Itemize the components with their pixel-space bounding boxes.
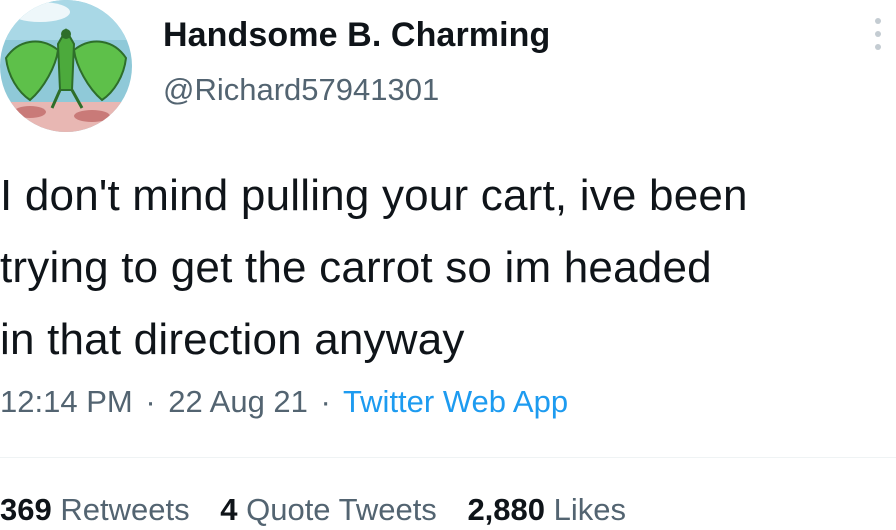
retweets-label: Retweets xyxy=(60,492,190,527)
likes-label: Likes xyxy=(553,492,627,527)
tweet-text-line: in that direction anyway xyxy=(0,315,465,364)
quote-tweets-stat[interactable]: 4 Quote Tweets xyxy=(220,492,445,527)
tweet-stats: 369 Retweets 4 Quote Tweets 2,880 Likes xyxy=(0,492,648,528)
likes-count: 2,880 xyxy=(467,492,546,527)
divider xyxy=(0,457,896,458)
tweet-date[interactable]: 22 Aug 21 xyxy=(168,384,308,419)
tweet-text: I don't mind pulling your cart, ive been… xyxy=(0,160,896,376)
tweet-source-link[interactable]: Twitter Web App xyxy=(343,384,568,419)
likes-stat[interactable]: 2,880 Likes xyxy=(467,492,626,527)
meta-separator: · xyxy=(320,384,331,419)
quote-tweets-count: 4 xyxy=(220,492,238,527)
quote-tweets-label: Quote Tweets xyxy=(246,492,437,527)
more-dot-icon xyxy=(875,31,881,37)
tweet-text-line: I don't mind pulling your cart, ive been xyxy=(0,171,748,220)
more-dot-icon xyxy=(875,18,881,24)
tweet-meta: 12:14 PM · 22 Aug 21 · Twitter Web App xyxy=(0,384,568,420)
more-options-button[interactable] xyxy=(868,14,888,54)
more-dot-icon xyxy=(875,44,881,50)
avatar[interactable] xyxy=(0,0,132,132)
user-handle[interactable]: @Richard57941301 xyxy=(163,72,439,108)
tweet-text-line: trying to get the carrot so im headed xyxy=(0,243,712,292)
meta-separator: · xyxy=(145,384,156,419)
cartoon-dragon-avatar-icon xyxy=(0,0,132,132)
display-name[interactable]: Handsome B. Charming xyxy=(163,16,550,55)
retweets-stat[interactable]: 369 Retweets xyxy=(0,492,198,527)
tweet-time[interactable]: 12:14 PM xyxy=(0,384,133,419)
retweets-count: 369 xyxy=(0,492,52,527)
